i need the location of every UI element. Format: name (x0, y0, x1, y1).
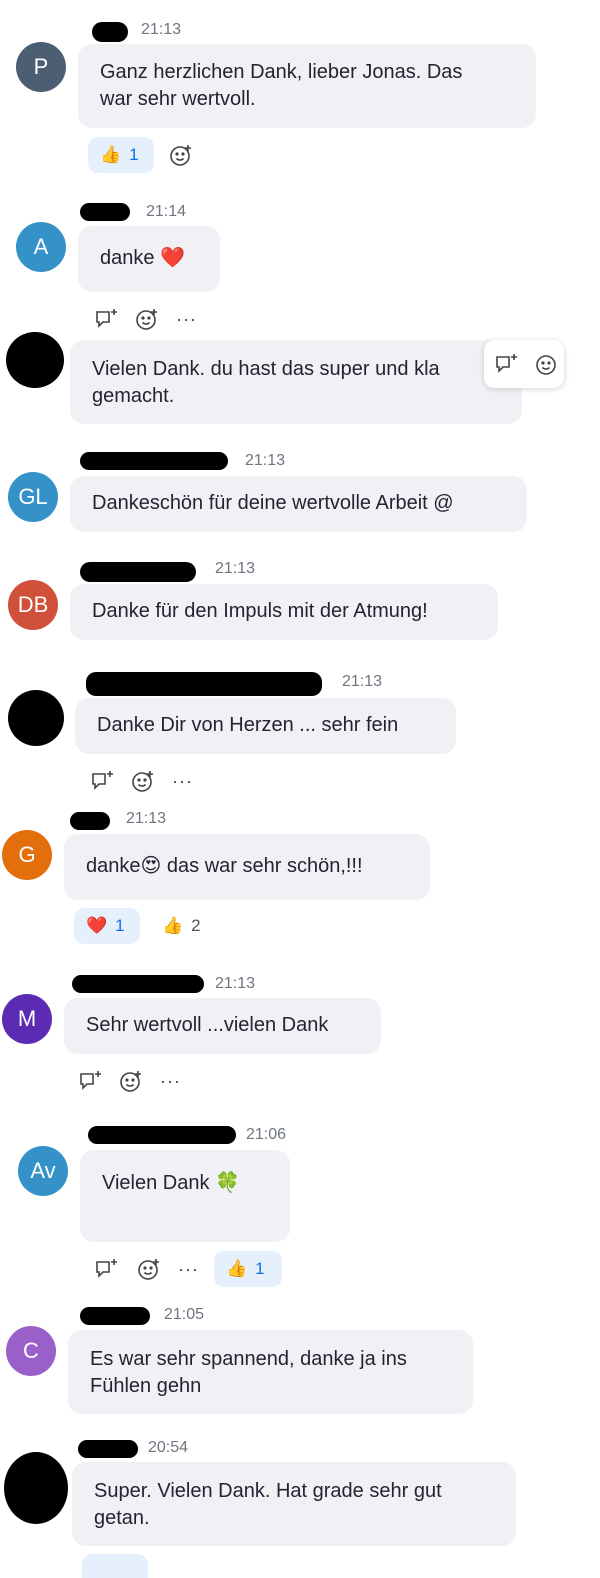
reaction-thumbs-up[interactable]: 👍 1 (214, 1251, 282, 1287)
reply-thread-icon[interactable] (494, 351, 520, 377)
message-hover-toolbar (484, 340, 564, 388)
avatar[interactable]: Av (18, 1146, 68, 1196)
avatar-initials: DB (17, 592, 49, 617)
avatar[interactable]: DB (8, 580, 58, 630)
reaction-count: 2 (191, 916, 201, 935)
avatar-initials: C (23, 1338, 39, 1363)
reply-thread-icon[interactable] (90, 768, 116, 794)
message-bubble[interactable]: Es war sehr spannend, danke ja ins Fühle… (68, 1330, 473, 1414)
message-time: 21:13 (245, 452, 286, 469)
thumbs-up-icon: 👍 (100, 145, 122, 164)
add-reaction-icon[interactable] (134, 306, 160, 332)
avatar[interactable]: A (16, 222, 66, 272)
message-time: 21:13 (141, 21, 182, 38)
avatar[interactable]: GL (8, 472, 58, 522)
add-reaction-icon[interactable] (534, 351, 560, 377)
message-bubble[interactable]: danke ❤️ (78, 226, 220, 292)
reaction-heart[interactable]: ❤️ 1 (74, 908, 140, 944)
avatar[interactable]: G (2, 830, 52, 880)
more-options-button[interactable]: ··· (178, 1260, 199, 1278)
reply-thread-icon[interactable] (94, 306, 120, 332)
redacted-avatar (8, 690, 64, 746)
avatar-initials: G (18, 842, 36, 867)
thumbs-up-icon: 👍 (162, 916, 184, 935)
add-reaction-icon[interactable] (118, 1068, 144, 1094)
redacted-sender-name (88, 1126, 236, 1144)
reaction-count: 1 (255, 1259, 265, 1278)
message-time: 21:06 (246, 1126, 287, 1143)
reply-thread-icon[interactable] (94, 1256, 120, 1282)
redacted-sender-name (86, 672, 322, 696)
message-time: 21:13 (215, 975, 256, 992)
reply-thread-icon[interactable] (78, 1068, 104, 1094)
avatar[interactable]: P (16, 42, 66, 92)
message-time: 21:05 (164, 1306, 205, 1323)
more-options-button[interactable]: ··· (172, 772, 193, 790)
heart-icon: ❤️ (86, 916, 108, 935)
more-options-button[interactable]: ··· (176, 310, 197, 328)
message-bubble[interactable]: Vielen Dank 🍀 (80, 1150, 290, 1242)
message-time: 21:13 (215, 560, 256, 577)
avatar[interactable]: M (2, 994, 52, 1044)
reaction-thumbs-up[interactable]: 👍 2 (150, 908, 216, 944)
thumbs-up-icon: 👍 (226, 1259, 248, 1278)
message-bubble[interactable]: Sehr wertvoll ...vielen Dank (64, 998, 381, 1054)
avatar-initials: Av (30, 1158, 56, 1183)
reaction-count: 1 (115, 916, 125, 935)
message-time: 20:54 (148, 1439, 189, 1456)
message-bubble[interactable]: Danke für den Impuls mit der Atmung! (70, 584, 498, 640)
redacted-sender-name (80, 203, 130, 221)
redacted-avatar (4, 1452, 68, 1524)
add-reaction-icon[interactable] (130, 768, 156, 794)
redacted-sender-name (80, 452, 228, 470)
message-time: 21:14 (146, 203, 187, 220)
redacted-sender-name (92, 22, 128, 42)
reaction-count: 1 (129, 145, 139, 164)
redacted-sender-name (72, 975, 204, 993)
redacted-sender-name (80, 1307, 150, 1325)
avatar-initials: M (17, 1006, 37, 1031)
avatar-initials: GL (18, 484, 48, 509)
message-time: 21:13 (126, 810, 167, 827)
reaction-thumbs-up[interactable]: 👍 1 (88, 137, 154, 173)
message-bubble[interactable]: danke😍 das war sehr schön,!!! (64, 834, 430, 900)
message-bubble[interactable]: Dankeschön für deine wertvolle Arbeit @ (70, 476, 527, 532)
redacted-sender-name (78, 1440, 138, 1458)
avatar-initials: A (33, 234, 49, 259)
message-time: 21:13 (342, 673, 383, 690)
reaction-thumbs-up-partial[interactable] (82, 1554, 148, 1578)
redacted-sender-name (70, 812, 110, 830)
more-options-button[interactable]: ··· (160, 1072, 181, 1090)
message-bubble[interactable]: Vielen Dank. du hast das super und kla g… (70, 340, 522, 424)
message-bubble[interactable]: Danke Dir von Herzen ... sehr fein (75, 698, 456, 754)
message-bubble[interactable]: Ganz herzlichen Dank, lieber Jonas. Das … (78, 44, 536, 128)
add-reaction-icon[interactable] (168, 142, 194, 168)
avatar[interactable]: C (6, 1326, 56, 1376)
redacted-avatar (6, 332, 64, 388)
message-bubble[interactable]: Super. Vielen Dank. Hat grade sehr gut g… (72, 1462, 516, 1546)
avatar-initials: P (33, 54, 49, 79)
add-reaction-icon[interactable] (136, 1256, 162, 1282)
redacted-sender-name (80, 562, 196, 582)
